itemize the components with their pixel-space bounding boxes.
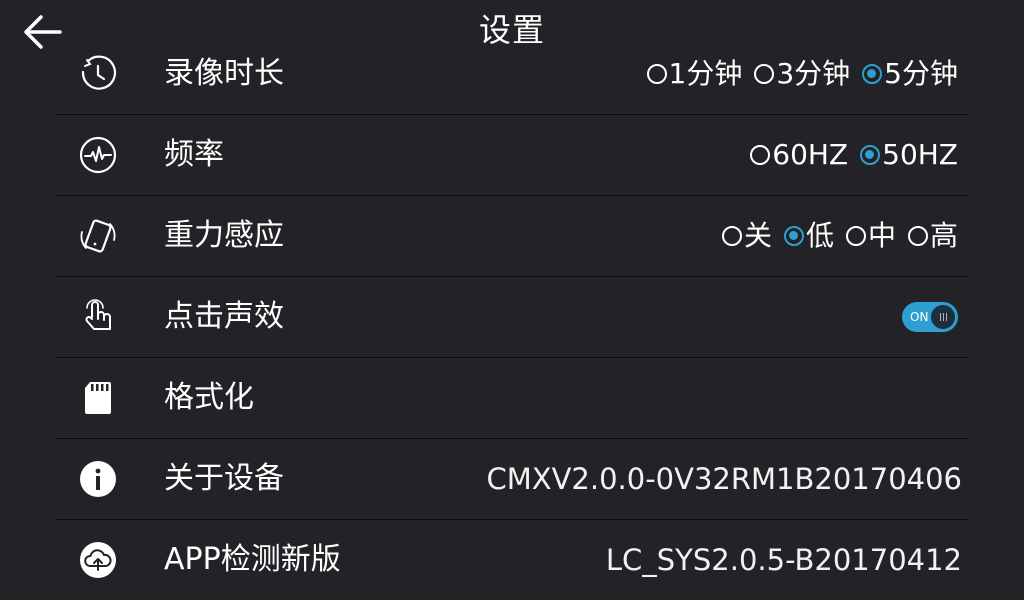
info-icon xyxy=(80,461,116,497)
radio-button-selected[interactable] xyxy=(862,64,883,84)
radio-button[interactable] xyxy=(907,226,928,246)
setting-row-click-sound: 点击声效 ON xyxy=(56,277,968,358)
gravity-sensor-icon xyxy=(80,219,116,253)
radio-button[interactable] xyxy=(845,226,866,246)
option-high[interactable]: 高 xyxy=(907,219,958,253)
app-version: LC_SYS2.0.5-B20170412 xyxy=(605,543,962,577)
option-label: 3分钟 xyxy=(776,57,851,90)
radio-button-selected[interactable] xyxy=(860,145,881,165)
option-label: 中 xyxy=(867,219,896,252)
setting-row-record-duration: 录像时长 1分钟 3分钟 5分钟 xyxy=(56,34,968,115)
gravity-sensor-options: 关 低 中 高 xyxy=(710,219,958,253)
option-label: 1分钟 xyxy=(668,57,743,90)
option-3min[interactable]: 3分钟 xyxy=(754,57,850,91)
option-50hz[interactable]: 50HZ xyxy=(860,138,958,172)
option-low[interactable]: 低 xyxy=(783,219,834,253)
frequency-waveform-icon xyxy=(79,136,117,174)
option-medium[interactable]: 中 xyxy=(845,219,896,253)
setting-row-format[interactable]: 格式化 xyxy=(56,358,968,439)
setting-row-gravity-sensor: 重力感应 关 低 中 高 xyxy=(56,196,968,277)
setting-row-app-update[interactable]: APP检测新版 LC_SYS2.0.5-B20170412 xyxy=(56,520,968,600)
touch-hand-icon xyxy=(85,299,111,330)
option-label: 50HZ xyxy=(882,138,958,171)
record-duration-options: 1分钟 3分钟 5分钟 xyxy=(635,57,958,91)
option-label: 关 xyxy=(743,219,772,252)
frequency-label: 频率 xyxy=(164,137,224,172)
timer-icon xyxy=(81,55,117,90)
toggle-on-text: ON xyxy=(910,310,929,324)
format-label: 格式化 xyxy=(164,380,254,415)
click-sound-toggle[interactable]: ON xyxy=(902,302,958,332)
app-update-label: APP检测新版 xyxy=(164,542,341,577)
gravity-sensor-label: 重力感应 xyxy=(164,218,284,253)
radio-button[interactable] xyxy=(750,145,771,165)
record-duration-label: 录像时长 xyxy=(164,56,284,91)
option-label: 5分钟 xyxy=(884,57,958,90)
sd-card-icon xyxy=(85,382,111,414)
option-label: 低 xyxy=(805,219,834,252)
settings-screen: 设置 录像时长 1分钟 3分钟 5分钟 频率 60HZ 50HZ 重力感应 关 … xyxy=(0,0,1024,600)
option-label: 高 xyxy=(929,219,958,252)
option-off[interactable]: 关 xyxy=(721,219,772,253)
radio-button[interactable] xyxy=(754,64,775,84)
firmware-version: CMXV2.0.0-0V32RM1B20170406 xyxy=(486,462,962,496)
cloud-upload-icon xyxy=(80,542,116,578)
setting-row-about-device[interactable]: 关于设备 CMXV2.0.0-0V32RM1B20170406 xyxy=(56,439,968,520)
toggle-knob[interactable] xyxy=(931,305,955,329)
frequency-options: 60HZ 50HZ xyxy=(738,138,958,172)
about-device-label: 关于设备 xyxy=(164,461,284,496)
setting-row-frequency: 频率 60HZ 50HZ xyxy=(56,115,968,196)
option-5min[interactable]: 5分钟 xyxy=(862,57,958,91)
radio-button-selected[interactable] xyxy=(783,226,804,246)
option-1min[interactable]: 1分钟 xyxy=(646,57,743,91)
click-sound-label: 点击声效 xyxy=(164,299,284,334)
option-label: 60HZ xyxy=(772,138,849,171)
radio-button[interactable] xyxy=(721,226,742,246)
option-60hz[interactable]: 60HZ xyxy=(750,138,848,172)
radio-button[interactable] xyxy=(646,64,667,84)
